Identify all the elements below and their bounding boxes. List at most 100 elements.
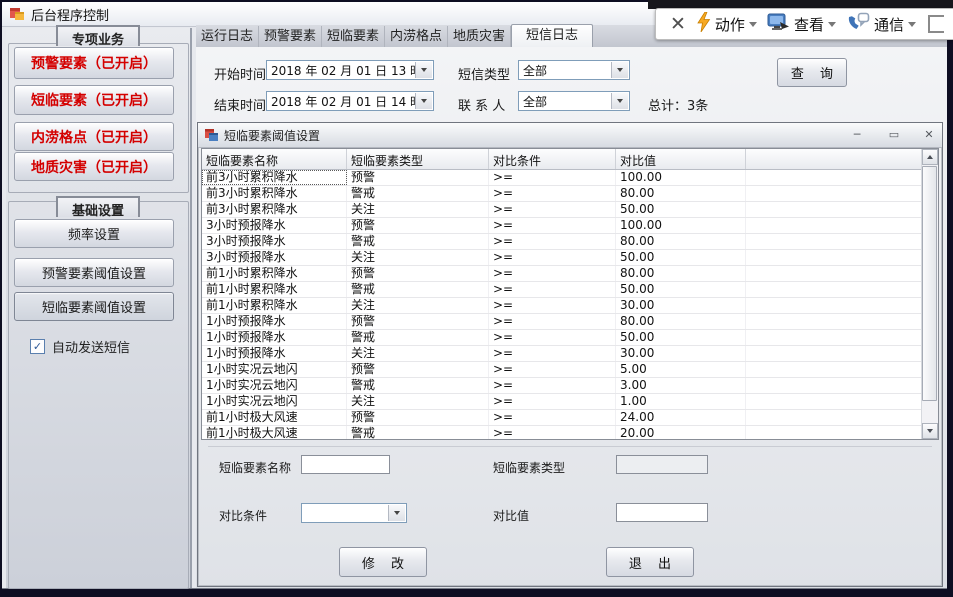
table-row[interactable]: 1小时预报降水 警戒 >= 50.00 (202, 330, 922, 346)
table-row[interactable]: 1小时实况云地闪 关注 >= 1.00 (202, 394, 922, 410)
cell-value[interactable]: 50.00 (616, 330, 746, 345)
button-nowcast-elements[interactable]: 短临要素（已开启） (14, 85, 174, 115)
cell-element-type[interactable]: 关注 (347, 298, 489, 313)
cell-condition[interactable]: >= (489, 202, 616, 217)
table-row[interactable]: 前3小时累积降水 预警 >= 100.00 (202, 170, 922, 186)
cell-value[interactable]: 80.00 (616, 266, 746, 281)
cell-condition[interactable]: >= (489, 314, 616, 329)
cell-empty[interactable] (746, 202, 922, 217)
toolbar-partial-window-icon[interactable] (928, 15, 944, 33)
dialog-close-button[interactable]: ✕ (918, 127, 940, 143)
cell-value[interactable]: 100.00 (616, 218, 746, 233)
cell-condition[interactable]: >= (489, 378, 616, 393)
cell-condition[interactable]: >= (489, 330, 616, 345)
cell-element-type[interactable]: 关注 (347, 202, 489, 217)
start-time-dropdown-button[interactable] (415, 62, 432, 78)
cell-element-name[interactable]: 前1小时极大风速 (202, 426, 347, 439)
button-frequency-settings[interactable]: 频率设置 (14, 219, 174, 248)
auto-sms-checkbox-row[interactable]: ✓ 自动发送短信 (30, 337, 130, 356)
cell-value[interactable]: 80.00 (616, 314, 746, 329)
cell-value[interactable]: 3.00 (616, 378, 746, 393)
column-header-type[interactable]: 短临要素类型 (347, 149, 489, 169)
cell-condition[interactable]: >= (489, 346, 616, 361)
cell-element-name[interactable]: 1小时预报降水 (202, 330, 347, 345)
tab-nowcast-elements[interactable]: 短临要素 (322, 26, 385, 47)
end-time-dropdown-button[interactable] (415, 93, 432, 109)
cell-element-type[interactable]: 关注 (347, 250, 489, 265)
form-value-input[interactable] (616, 503, 708, 522)
cell-condition[interactable]: >= (489, 234, 616, 249)
table-row[interactable]: 1小时预报降水 关注 >= 30.00 (202, 346, 922, 362)
cell-element-type[interactable]: 警戒 (347, 282, 489, 297)
table-row[interactable]: 前1小时累积降水 警戒 >= 50.00 (202, 282, 922, 298)
cell-element-name[interactable]: 1小时实况云地闪 (202, 378, 347, 393)
column-header-name[interactable]: 短临要素名称 (202, 149, 347, 169)
cell-empty[interactable] (746, 186, 922, 201)
table-row[interactable]: 前3小时累积降水 警戒 >= 80.00 (202, 186, 922, 202)
sms-type-dropdown-button[interactable] (611, 62, 628, 78)
cell-element-type[interactable]: 预警 (347, 266, 489, 281)
exit-button[interactable]: 退 出 (606, 547, 694, 577)
cell-element-type[interactable]: 关注 (347, 346, 489, 361)
cell-element-name[interactable]: 前3小时累积降水 (202, 186, 347, 201)
cell-element-type[interactable]: 预警 (347, 314, 489, 329)
table-row[interactable]: 3小时预报降水 警戒 >= 80.00 (202, 234, 922, 250)
cell-element-name[interactable]: 前3小时累积降水 (202, 202, 347, 217)
cell-value[interactable]: 5.00 (616, 362, 746, 377)
cell-element-name[interactable]: 前1小时累积降水 (202, 266, 347, 281)
cell-value[interactable]: 1.00 (616, 394, 746, 409)
contact-select[interactable]: 全部 (518, 91, 630, 111)
cell-element-name[interactable]: 1小时预报降水 (202, 346, 347, 361)
start-time-picker[interactable]: 2018 年 02 月 01 日 13 时 (266, 60, 434, 80)
cell-empty[interactable] (746, 250, 922, 265)
cell-condition[interactable]: >= (489, 282, 616, 297)
tab-run-log[interactable]: 运行日志 (196, 26, 259, 47)
cell-condition[interactable]: >= (489, 218, 616, 233)
cell-element-name[interactable]: 1小时预报降水 (202, 314, 347, 329)
end-time-picker[interactable]: 2018 年 02 月 01 日 14 时 (266, 91, 434, 111)
cell-condition[interactable]: >= (489, 298, 616, 313)
cell-element-type[interactable]: 警戒 (347, 234, 489, 249)
cell-element-name[interactable]: 前1小时累积降水 (202, 282, 347, 297)
toolbar-menu-actions[interactable]: 动作 (696, 12, 757, 36)
cell-value[interactable]: 100.00 (616, 170, 746, 185)
toolbar-close-icon[interactable]: ✕ (670, 15, 686, 34)
cell-empty[interactable] (746, 362, 922, 377)
table-row[interactable]: 前1小时累积降水 预警 >= 80.00 (202, 266, 922, 282)
table-row[interactable]: 1小时预报降水 预警 >= 80.00 (202, 314, 922, 330)
cell-empty[interactable] (746, 330, 922, 345)
cell-element-name[interactable]: 3小时预报降水 (202, 218, 347, 233)
form-condition-dropdown-button[interactable] (388, 505, 405, 521)
cell-condition[interactable]: >= (489, 266, 616, 281)
button-waterlogging-grid[interactable]: 内涝格点（已开启） (14, 122, 174, 151)
cell-condition[interactable]: >= (489, 394, 616, 409)
cell-value[interactable]: 80.00 (616, 186, 746, 201)
table-row[interactable]: 3小时预报降水 预警 >= 100.00 (202, 218, 922, 234)
button-geological-disaster[interactable]: 地质灾害（已开启） (14, 152, 174, 181)
scroll-up-button[interactable] (922, 149, 938, 165)
form-name-input[interactable] (301, 455, 390, 474)
cell-element-name[interactable]: 前1小时极大风速 (202, 410, 347, 425)
dialog-maximize-button[interactable]: ▭ (883, 127, 905, 143)
cell-value[interactable]: 20.00 (616, 426, 746, 439)
cell-empty[interactable] (746, 298, 922, 313)
button-warning-threshold-settings[interactable]: 预警要素阈值设置 (14, 258, 174, 287)
cell-empty[interactable] (746, 410, 922, 425)
cell-empty[interactable] (746, 234, 922, 249)
cell-element-type[interactable]: 警戒 (347, 426, 489, 439)
cell-element-name[interactable]: 3小时预报降水 (202, 250, 347, 265)
checkbox-auto-sms[interactable]: ✓ (30, 339, 45, 354)
cell-value[interactable]: 50.00 (616, 282, 746, 297)
table-row[interactable]: 前1小时累积降水 关注 >= 30.00 (202, 298, 922, 314)
cell-empty[interactable] (746, 170, 922, 185)
cell-condition[interactable]: >= (489, 170, 616, 185)
toolbar-menu-communication[interactable]: 通信 (846, 12, 916, 36)
tab-waterlogging-grid[interactable]: 内涝格点 (385, 26, 448, 47)
tab-sms-log[interactable]: 短信日志 (511, 24, 593, 47)
cell-empty[interactable] (746, 346, 922, 361)
cell-element-type[interactable]: 关注 (347, 394, 489, 409)
table-row[interactable]: 前3小时累积降水 关注 >= 50.00 (202, 202, 922, 218)
table-row[interactable]: 前1小时极大风速 警戒 >= 20.00 (202, 426, 922, 439)
cell-value[interactable]: 50.00 (616, 250, 746, 265)
cell-element-type[interactable]: 预警 (347, 410, 489, 425)
